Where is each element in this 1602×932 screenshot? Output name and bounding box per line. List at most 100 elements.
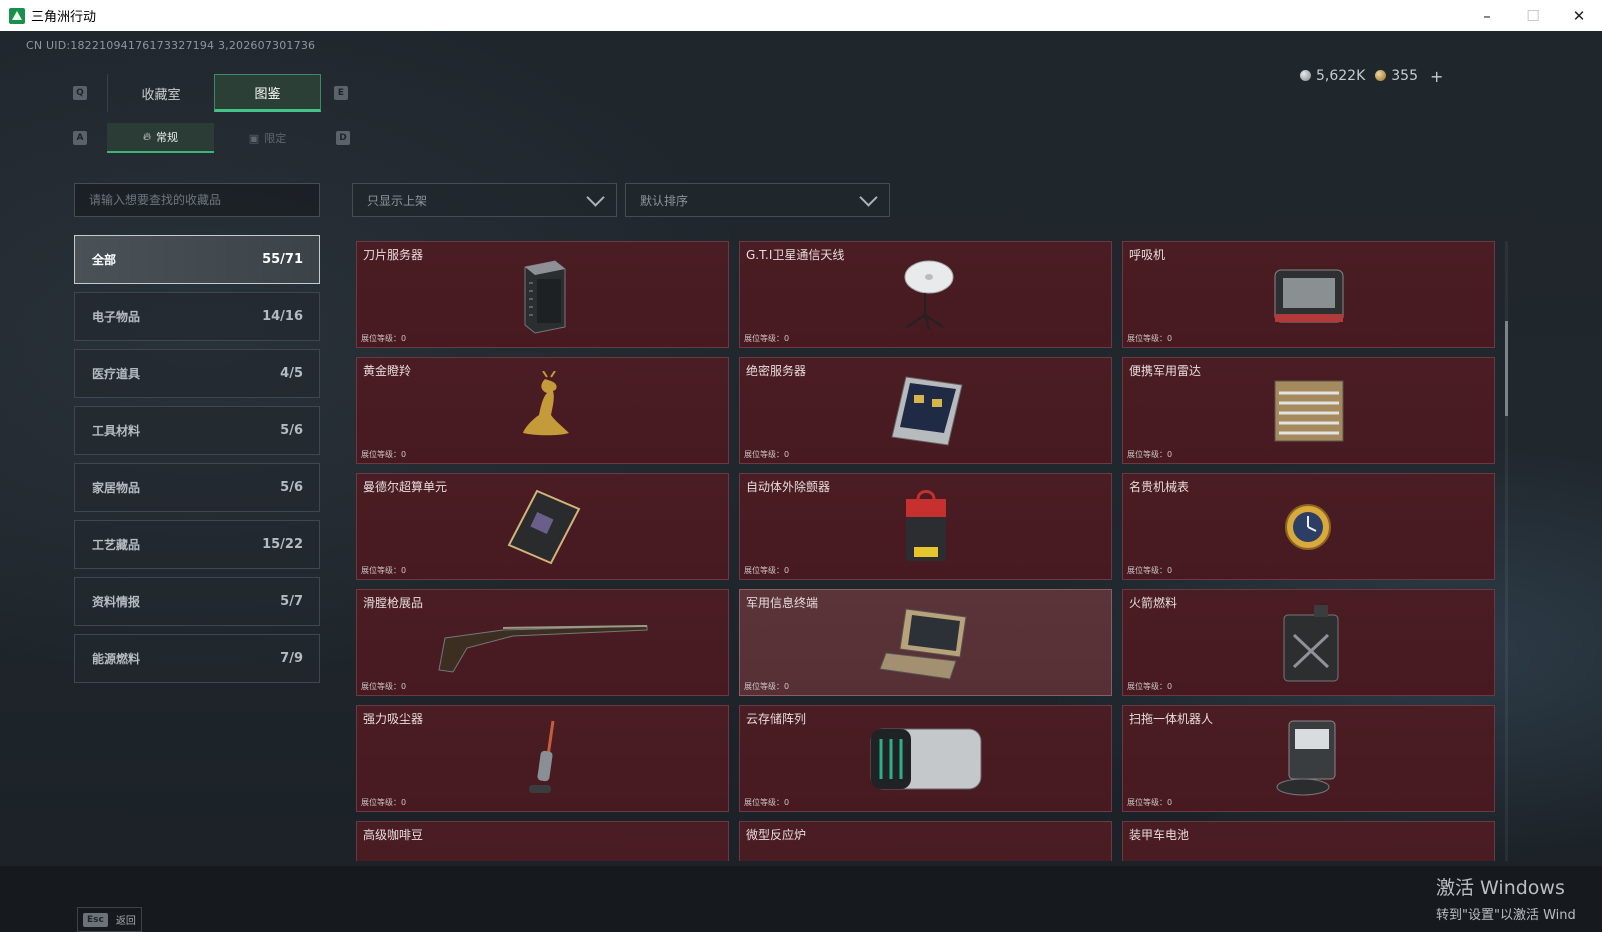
gold-coin-icon: [1375, 70, 1387, 81]
display-level: 展位等级：0: [744, 334, 790, 343]
supercomputer-unit-icon: [507, 489, 580, 564]
display-level: 展位等级：0: [361, 566, 407, 575]
activation-subtitle: 转到"设置"以激活 Wind: [1436, 908, 1576, 923]
item-card[interactable]: 微型反应炉: [739, 821, 1112, 861]
category-medical[interactable]: 医疗道具 4/5: [74, 349, 320, 398]
item-name: 强力吸尘器: [363, 712, 424, 726]
gold-currency: 355: [1375, 68, 1418, 84]
category-electronics[interactable]: 电子物品 14/16: [74, 292, 320, 341]
category-tools[interactable]: 工具材料 5/6: [74, 406, 320, 455]
windows-activation-watermark: 激活 Windows 转到"设置"以激活 Wind: [1436, 873, 1602, 923]
category-count: 55/71: [262, 252, 303, 267]
item-card[interactable]: 黄金瞪羚 展位等级：0: [356, 357, 729, 464]
ventilator-icon: [1274, 269, 1343, 322]
display-level: 展位等级：0: [1127, 450, 1173, 459]
subtab-regular-label: 常规: [156, 131, 179, 144]
item-card[interactable]: 曼德尔超算单元 展位等级：0: [356, 473, 729, 580]
display-level: 展位等级：0: [1127, 334, 1173, 343]
category-label: 工具材料: [92, 424, 141, 438]
item-card[interactable]: 刀片服务器 展位等级：0: [356, 241, 729, 348]
item-name: 自动体外除颤器: [746, 480, 831, 494]
category-count: 5/6: [280, 480, 303, 495]
item-name: 便携军用雷达: [1129, 364, 1202, 378]
item-card[interactable]: 自动体外除颤器 展位等级：0: [739, 473, 1112, 580]
item-card[interactable]: 云存储阵列 展位等级：0: [739, 705, 1112, 812]
silver-currency: 5,622K: [1300, 68, 1365, 84]
category-count: 5/6: [280, 423, 303, 438]
item-card[interactable]: 便携军用雷达 展位等级：0: [1122, 357, 1495, 464]
back-label: 返回: [115, 916, 136, 927]
display-level: 展位等级：0: [361, 682, 407, 691]
subtab-limited[interactable]: ▣ 限定: [214, 123, 321, 153]
golden-gazelle-icon: [522, 370, 569, 435]
display-level: 展位等级：0: [1127, 682, 1173, 691]
uid-label: CN UID:18221094176173327194 3,2026073017…: [26, 39, 316, 52]
hotkey-e: E: [334, 86, 348, 100]
currency-display: 5,622K 355 +: [1300, 65, 1443, 87]
app-logo-icon: [9, 7, 25, 24]
display-level: 展位等级：0: [744, 798, 790, 807]
bottom-bar: [0, 866, 1602, 932]
tab-collection-room[interactable]: 收藏室: [107, 74, 214, 112]
display-level: 展位等级：0: [361, 798, 407, 807]
back-button[interactable]: Esc 返回: [77, 907, 142, 932]
category-energy[interactable]: 能源燃料 7/9: [74, 634, 320, 683]
item-card[interactable]: 军用信息终端 展位等级：0: [739, 589, 1112, 696]
silver-coin-icon: [1300, 70, 1311, 81]
display-level: 展位等级：0: [361, 334, 407, 343]
item-name: 微型反应炉: [746, 828, 807, 842]
item-card[interactable]: 滑膛枪展品 展位等级：0: [356, 589, 729, 696]
item-card[interactable]: 强力吸尘器 展位等级：0: [356, 705, 729, 812]
item-name: 扫拖一体机器人: [1129, 712, 1214, 726]
window-titlebar: 三角洲行动 – ☐ ✕: [0, 0, 1602, 32]
item-card[interactable]: 呼吸机 展位等级：0: [1122, 241, 1495, 348]
minimize-button[interactable]: –: [1464, 0, 1510, 31]
item-name: 火箭燃料: [1129, 596, 1178, 610]
subtab-limited-label: 限定: [264, 132, 287, 145]
item-name: 滑膛枪展品: [363, 596, 424, 610]
search-box[interactable]: [74, 183, 320, 217]
main-tabs: 收藏室 图鉴: [107, 74, 321, 112]
mop-robot-icon: [1276, 720, 1335, 795]
scroll-thumb[interactable]: [1505, 321, 1508, 416]
close-button[interactable]: ✕: [1556, 0, 1602, 31]
chevron-down-icon: [586, 187, 605, 207]
search-input[interactable]: [87, 192, 319, 208]
category-household[interactable]: 家居物品 5/6: [74, 463, 320, 512]
category-all[interactable]: 全部 55/71: [74, 235, 320, 284]
item-name: 曼德尔超算单元: [363, 480, 448, 494]
item-card[interactable]: 装甲车电池: [1122, 821, 1495, 861]
filter-dropdown[interactable]: 只显示上架: [352, 183, 617, 217]
item-grid: 刀片服务器 展位等级：0 G.T.I卫星通信天线 展位等级：0 呼吸机 展位等级…: [356, 241, 1502, 861]
filter-dropdown-label: 只显示上架: [367, 193, 428, 208]
image-icon: ▣: [248, 131, 260, 145]
category-label: 电子物品: [92, 310, 141, 324]
gold-amount: 355: [1391, 68, 1418, 84]
cloud-storage-icon: [870, 728, 981, 789]
item-card[interactable]: 火箭燃料 展位等级：0: [1122, 589, 1495, 696]
category-count: 14/16: [262, 309, 303, 324]
item-name: 刀片服务器: [363, 248, 424, 262]
portable-radar-icon: [1274, 380, 1343, 441]
maximize-button[interactable]: ☐: [1510, 0, 1556, 31]
sort-dropdown[interactable]: 默认排序: [625, 183, 890, 217]
vacuum-cleaner-icon: [528, 720, 554, 793]
add-currency-button[interactable]: +: [1430, 67, 1443, 86]
item-card[interactable]: 绝密服务器 展位等级：0: [739, 357, 1112, 464]
item-name: 云存储阵列: [746, 712, 807, 726]
item-card[interactable]: G.T.I卫星通信天线 展位等级：0: [739, 241, 1112, 348]
subtab-regular[interactable]: 🔥︎ 常规: [107, 123, 214, 153]
item-card[interactable]: 名贵机械表 展位等级：0: [1122, 473, 1495, 580]
display-level: 展位等级：0: [744, 566, 790, 575]
category-label: 资料情报: [92, 595, 141, 609]
category-count: 7/9: [280, 651, 303, 666]
category-intel[interactable]: 资料情报 5/7: [74, 577, 320, 626]
tab-catalog[interactable]: 图鉴: [214, 74, 321, 112]
blade-server-icon: [524, 259, 565, 334]
category-label: 能源燃料: [92, 652, 141, 666]
grid-scrollbar[interactable]: [1505, 241, 1508, 861]
item-card[interactable]: 扫拖一体机器人 展位等级：0: [1122, 705, 1495, 812]
item-card[interactable]: 高级咖啡豆: [356, 821, 729, 861]
category-crafts[interactable]: 工艺藏品 15/22: [74, 520, 320, 569]
item-name: 军用信息终端: [746, 596, 819, 610]
